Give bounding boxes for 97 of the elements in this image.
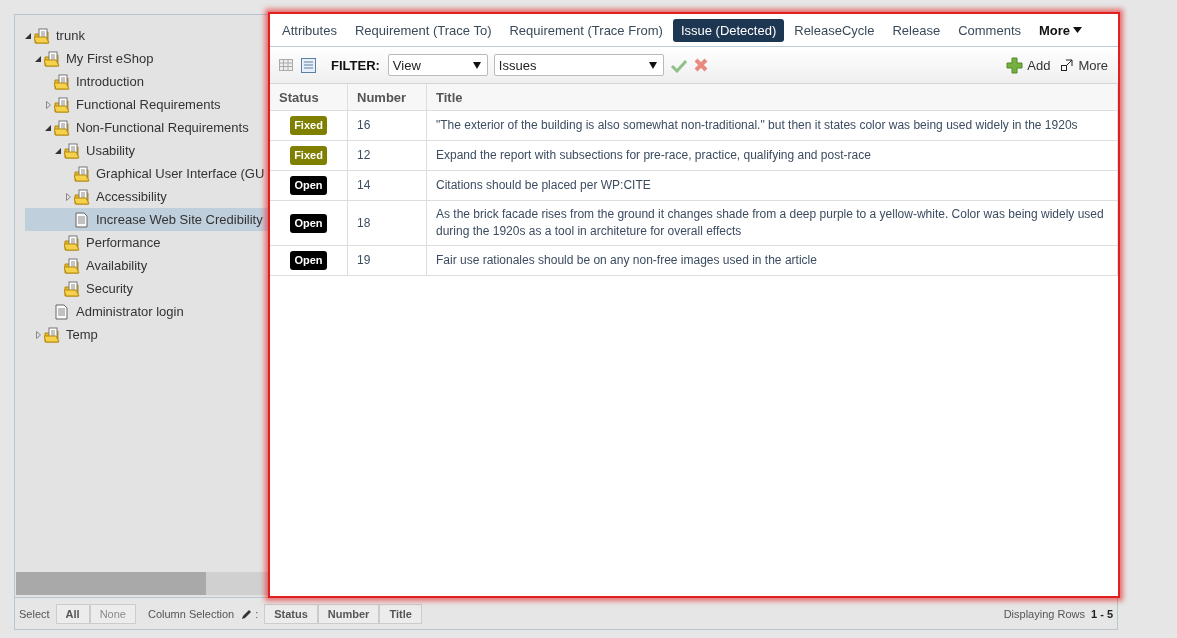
grid-icon[interactable] [278, 57, 294, 73]
popout-icon [1060, 58, 1075, 72]
tree-item[interactable]: trunk [15, 24, 268, 47]
folder-icon [64, 142, 80, 159]
tree-item[interactable]: Temp [15, 323, 268, 346]
tree-item[interactable]: Security [15, 277, 268, 300]
status-badge: Open [290, 176, 327, 195]
table-cell: Expand the report with subsections for pre-race, practice, qualifying and post-race [426, 140, 1118, 171]
tree-label: Temp [66, 327, 98, 342]
caret-icon [648, 61, 657, 69]
check-icon[interactable] [669, 57, 687, 73]
tab[interactable]: Release [884, 18, 949, 42]
separator-text: : [255, 607, 259, 620]
tab[interactable]: Comments [950, 18, 1029, 42]
tree-label: Increase Web Site Credibility [96, 212, 263, 227]
folder-icon [44, 326, 60, 343]
plus-icon [1006, 56, 1024, 74]
tree-item[interactable]: Usability [15, 139, 268, 162]
tree-item[interactable]: Introduction [15, 70, 268, 93]
tree-label: Usability [86, 143, 136, 158]
tree-item[interactable]: Availability [15, 254, 268, 277]
caret-icon [472, 61, 481, 69]
table-cell: 14 [347, 170, 427, 201]
list-icon[interactable] [300, 56, 317, 74]
document-icon [74, 211, 90, 228]
tree-item[interactable]: Increase Web Site Credibility [25, 208, 268, 231]
status-badge: Open [290, 251, 327, 270]
column-header[interactable]: Status [270, 84, 348, 111]
folder-icon [34, 27, 50, 44]
table-cell: 16 [347, 110, 427, 141]
tree-label: Non-Functional Requirements [76, 120, 249, 135]
tree-label: Performance [86, 235, 161, 250]
column-button[interactable]: Title [379, 603, 422, 624]
folder-icon [74, 165, 90, 182]
collapsed-icon[interactable] [34, 329, 44, 340]
folder-icon [64, 280, 80, 297]
rows-range: 1 - 5 [1091, 607, 1113, 620]
rows-label: Displaying Rows [1003, 607, 1085, 620]
add-button[interactable]: Add [1004, 56, 1053, 74]
select-button[interactable]: All [55, 603, 90, 624]
column-button[interactable]: Number [317, 603, 380, 624]
tab[interactable]: Attributes [274, 18, 345, 42]
tab[interactable]: ReleaseCycle [786, 18, 883, 42]
folder-icon [64, 257, 80, 274]
tree-item[interactable]: Functional Requirements [15, 93, 268, 116]
tree-label: My First eShop [66, 51, 154, 66]
table-cell: Citations should be placed per WP:CITE [426, 170, 1118, 201]
dropdown[interactable]: View [387, 54, 488, 76]
status-badge: Fixed [290, 116, 327, 135]
table-cell: 18 [347, 200, 427, 246]
tab[interactable]: Issue (Detected) [672, 18, 785, 42]
dropdown[interactable]: Issues [493, 54, 664, 76]
tree-item[interactable]: Non-Functional Requirements [15, 116, 268, 139]
table-cell: Fair use rationales should be on any non-free images used in the article [426, 245, 1118, 276]
tree-label: Accessibility [96, 189, 167, 204]
tab[interactable]: Requirement (Trace From) [501, 18, 671, 42]
folder-icon [54, 73, 70, 90]
tree-label: Graphical User Interface (GU [96, 166, 265, 181]
scrollbar[interactable] [16, 572, 268, 595]
folder-icon [54, 96, 70, 113]
column-button[interactable]: Status [264, 603, 318, 624]
column-selection-label: Column Selection [147, 607, 235, 620]
more-menu[interactable]: More [1031, 18, 1091, 42]
select-label: Select [19, 607, 50, 620]
tree-label: Functional Requirements [76, 97, 221, 112]
tree-label: Availability [86, 258, 148, 273]
tab[interactable]: Requirement (Trace To) [346, 18, 500, 42]
close-icon[interactable] [692, 57, 709, 73]
tree-item[interactable]: My First eShop [15, 47, 268, 70]
tree-item[interactable]: Accessibility [15, 185, 268, 208]
column-header[interactable]: Title [426, 84, 1118, 111]
pencil-icon[interactable] [240, 607, 254, 620]
tree-label: trunk [56, 28, 85, 43]
caret-icon [1073, 27, 1083, 33]
folder-icon [64, 234, 80, 251]
tree-item[interactable]: Graphical User Interface (GU [15, 162, 268, 185]
folder-icon [44, 50, 60, 67]
folder-icon [54, 119, 70, 136]
filter-label: FILTER: [331, 57, 380, 73]
status-badge: Fixed [290, 146, 327, 165]
tree-item[interactable]: Performance [15, 231, 268, 254]
table-cell: 12 [347, 140, 427, 171]
document-icon [54, 303, 70, 320]
collapsed-icon[interactable] [44, 99, 54, 110]
more-button[interactable]: More [1058, 57, 1110, 73]
collapsed-icon[interactable] [64, 191, 74, 202]
tree-label: Introduction [76, 74, 144, 89]
table-cell: "The exterior of the building is also somewhat non-traditional." but then it states color was being used widely in the 1920s [426, 110, 1118, 141]
folder-icon [74, 188, 90, 205]
tree-label: Security [86, 281, 133, 296]
tree-label: Administrator login [76, 304, 184, 319]
table-cell: 19 [347, 245, 427, 276]
column-header[interactable]: Number [347, 84, 427, 111]
tree-item[interactable]: Administrator login [15, 300, 268, 323]
table-cell: As the brick facade rises from the ground it changes shade from a deep purple to a yellow-white. Color was being widely used during the 1920s as a tool in architeture for overall effects [426, 200, 1118, 246]
scrollbar-thumb[interactable] [16, 572, 206, 595]
status-badge: Open [290, 213, 327, 233]
